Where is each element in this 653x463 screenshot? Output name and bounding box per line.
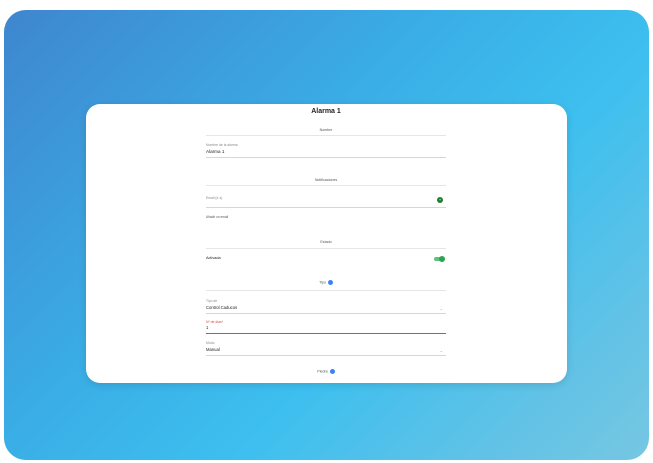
mode-select-underline (206, 355, 446, 356)
days-input[interactable]: 1 (206, 325, 208, 330)
section-nombre-header: Nombre (319, 128, 333, 132)
section-estado-header: Estado (320, 240, 332, 244)
status-label: Activada (206, 256, 221, 260)
type-category-select[interactable]: Control Caducos (206, 305, 237, 310)
add-email-icon[interactable]: + (437, 197, 443, 203)
status-toggle[interactable] (434, 256, 445, 262)
divider (206, 185, 446, 186)
info-icon[interactable] (329, 369, 335, 374)
name-input[interactable]: Alarma 1 (206, 149, 224, 154)
section-piedra-label: Piedra (317, 369, 328, 374)
mode-select[interactable]: Manual (206, 347, 220, 352)
info-icon[interactable] (327, 280, 333, 285)
email-field-label[interactable]: Email (e-s) (206, 196, 222, 200)
divider (206, 290, 446, 291)
section-notificaciones-header: Notificaciones (314, 178, 338, 182)
email-input-underline (206, 207, 446, 208)
section-tipo-label: Tipo (319, 280, 326, 285)
chevron-down-icon[interactable]: ⌄ (440, 348, 443, 353)
toggle-knob (439, 256, 445, 262)
section-tipo-header: Tipo (206, 280, 446, 285)
name-field-label: Nombre de la alarma (206, 143, 238, 147)
chevron-down-icon[interactable]: ⌄ (440, 306, 443, 311)
dialog-title: Alarma 1 (311, 108, 341, 115)
days-field-label: Nº de días* (206, 320, 224, 324)
mode-field-label: Modo (206, 341, 215, 345)
divider (206, 135, 446, 136)
add-email-hint: Añadir un email (206, 215, 229, 219)
alarm-dialog: Alarma 1 Nombre Nombre de la alarma Alar… (86, 104, 567, 383)
type-category-underline (206, 313, 446, 314)
section-piedra-header: Piedra (206, 369, 446, 374)
name-input-underline (206, 157, 446, 158)
divider (206, 248, 446, 249)
type-category-label: Tipo de (206, 299, 218, 303)
days-input-underline (206, 333, 446, 334)
